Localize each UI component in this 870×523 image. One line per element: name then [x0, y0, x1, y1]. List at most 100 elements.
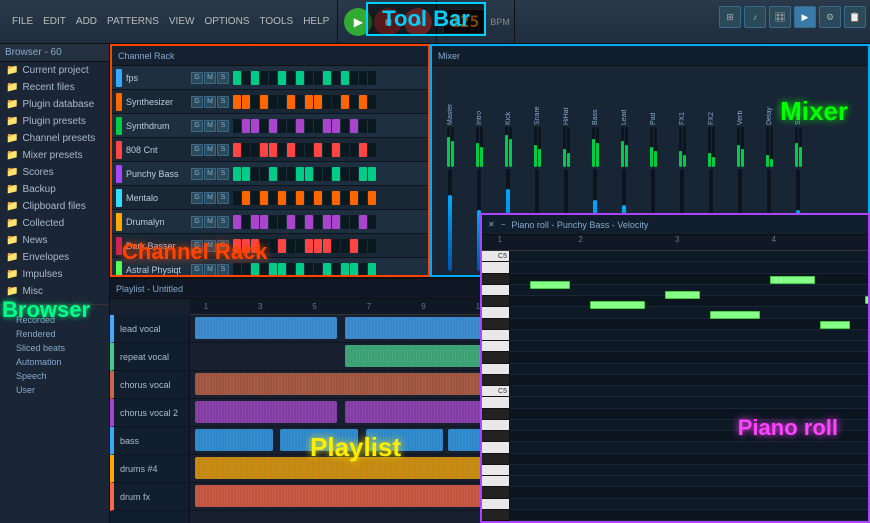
- pad-1-11[interactable]: [332, 95, 340, 109]
- pad-8-12[interactable]: [341, 263, 349, 277]
- ch-btn-m-0[interactable]: M: [204, 72, 216, 84]
- pad-2-6[interactable]: [287, 119, 295, 133]
- pad-5-2[interactable]: [251, 191, 259, 205]
- browser-item-8[interactable]: 📁 Clipboard files: [0, 198, 109, 215]
- pad-1-13[interactable]: [350, 95, 358, 109]
- pad-6-6[interactable]: [287, 215, 295, 229]
- pad-5-7[interactable]: [296, 191, 304, 205]
- rack-channel-3[interactable]: 808 CntGMS: [112, 138, 428, 162]
- pad-6-3[interactable]: [260, 215, 268, 229]
- ch-btn-g-3[interactable]: G: [191, 144, 203, 156]
- pad-0-0[interactable]: [233, 71, 241, 85]
- toolbar-icon-4[interactable]: ▶: [794, 6, 816, 28]
- pr-key-14[interactable]: [482, 409, 509, 420]
- browser-item-7[interactable]: 📁 Backup: [0, 181, 109, 198]
- pad-5-0[interactable]: [233, 191, 241, 205]
- pad-0-12[interactable]: [341, 71, 349, 85]
- pad-0-15[interactable]: [368, 71, 376, 85]
- pr-close-btn[interactable]: ✕: [488, 220, 495, 229]
- browser-item-0[interactable]: 📁 Current project: [0, 62, 109, 79]
- pad-5-14[interactable]: [359, 191, 367, 205]
- pad-6-14[interactable]: [359, 215, 367, 229]
- rack-channel-1[interactable]: SynthesizerGMS: [112, 90, 428, 114]
- rack-channel-5[interactable]: MentaloGMS: [112, 186, 428, 210]
- pr-key-9[interactable]: [482, 352, 509, 363]
- pad-2-0[interactable]: [233, 119, 241, 133]
- pr-key-20[interactable]: [482, 476, 509, 487]
- pad-5-9[interactable]: [314, 191, 322, 205]
- pad-8-13[interactable]: [350, 263, 358, 277]
- pad-1-10[interactable]: [323, 95, 331, 109]
- pad-4-5[interactable]: [278, 167, 286, 181]
- pad-1-3[interactable]: [260, 95, 268, 109]
- pad-6-4[interactable]: [269, 215, 277, 229]
- pad-8-9[interactable]: [314, 263, 322, 277]
- pad-5-13[interactable]: [350, 191, 358, 205]
- pad-7-14[interactable]: [359, 239, 367, 253]
- pad-1-8[interactable]: [305, 95, 313, 109]
- clip-0-0[interactable]: [195, 317, 337, 339]
- pad-8-15[interactable]: [368, 263, 376, 277]
- pr-note-6[interactable]: [865, 296, 868, 304]
- pad-7-15[interactable]: [368, 239, 376, 253]
- pr-key-2[interactable]: [482, 274, 509, 285]
- pad-1-1[interactable]: [242, 95, 250, 109]
- rack-channel-0[interactable]: fpsGMS: [112, 66, 428, 90]
- pr-key-5[interactable]: [482, 307, 509, 318]
- pad-4-2[interactable]: [251, 167, 259, 181]
- menu-patterns[interactable]: PATTERNS: [103, 14, 163, 29]
- pad-5-10[interactable]: [323, 191, 331, 205]
- pad-1-0[interactable]: [233, 95, 241, 109]
- pr-key-7[interactable]: [482, 330, 509, 341]
- pad-3-9[interactable]: [314, 143, 322, 157]
- pad-6-10[interactable]: [323, 215, 331, 229]
- pad-0-7[interactable]: [296, 71, 304, 85]
- ch-btn-m-6[interactable]: M: [204, 216, 216, 228]
- pad-4-0[interactable]: [233, 167, 241, 181]
- pad-0-11[interactable]: [332, 71, 340, 85]
- pad-4-10[interactable]: [323, 167, 331, 181]
- ch-btn-m-1[interactable]: M: [204, 96, 216, 108]
- pad-2-7[interactable]: [296, 119, 304, 133]
- pad-3-10[interactable]: [323, 143, 331, 157]
- browser-item-4[interactable]: 📁 Channel presets: [0, 130, 109, 147]
- toolbar-icon-3[interactable]: 🎛: [769, 6, 791, 28]
- pad-0-6[interactable]: [287, 71, 295, 85]
- ch-btn-s-6[interactable]: S: [217, 216, 229, 228]
- pr-key-18[interactable]: [482, 454, 509, 465]
- pad-0-1[interactable]: [242, 71, 250, 85]
- browser-item-3[interactable]: 📁 Plugin presets: [0, 113, 109, 130]
- pad-6-2[interactable]: [251, 215, 259, 229]
- browser-item-2[interactable]: 📁 Plugin database: [0, 96, 109, 113]
- pad-1-6[interactable]: [287, 95, 295, 109]
- ch-btn-s-1[interactable]: S: [217, 96, 229, 108]
- pr-key-12[interactable]: C5: [482, 386, 509, 397]
- pr-key-19[interactable]: [482, 465, 509, 476]
- pad-0-8[interactable]: [305, 71, 313, 85]
- pad-6-5[interactable]: [278, 215, 286, 229]
- pad-4-8[interactable]: [305, 167, 313, 181]
- pad-4-13[interactable]: [350, 167, 358, 181]
- pad-4-14[interactable]: [359, 167, 367, 181]
- browser-sub-1[interactable]: Rendered: [0, 327, 109, 341]
- pad-3-2[interactable]: [251, 143, 259, 157]
- pad-6-11[interactable]: [332, 215, 340, 229]
- pad-3-8[interactable]: [305, 143, 313, 157]
- pad-7-13[interactable]: [350, 239, 358, 253]
- pad-3-0[interactable]: [233, 143, 241, 157]
- pad-3-13[interactable]: [350, 143, 358, 157]
- browser-item-9[interactable]: 📁 Collected: [0, 215, 109, 232]
- pad-5-4[interactable]: [269, 191, 277, 205]
- browser-item-12[interactable]: 📁 Impulses: [0, 266, 109, 283]
- rack-channel-6[interactable]: DrumalynGMS: [112, 210, 428, 234]
- pad-3-1[interactable]: [242, 143, 250, 157]
- browser-item-5[interactable]: 📁 Mixer presets: [0, 147, 109, 164]
- ch-btn-g-2[interactable]: G: [191, 120, 203, 132]
- pad-1-4[interactable]: [269, 95, 277, 109]
- pad-2-8[interactable]: [305, 119, 313, 133]
- menu-help[interactable]: HELP: [299, 14, 333, 29]
- pad-7-4[interactable]: [269, 239, 277, 253]
- rack-channel-2[interactable]: SynthdrumGMS: [112, 114, 428, 138]
- pad-4-15[interactable]: [368, 167, 376, 181]
- pad-6-7[interactable]: [296, 215, 304, 229]
